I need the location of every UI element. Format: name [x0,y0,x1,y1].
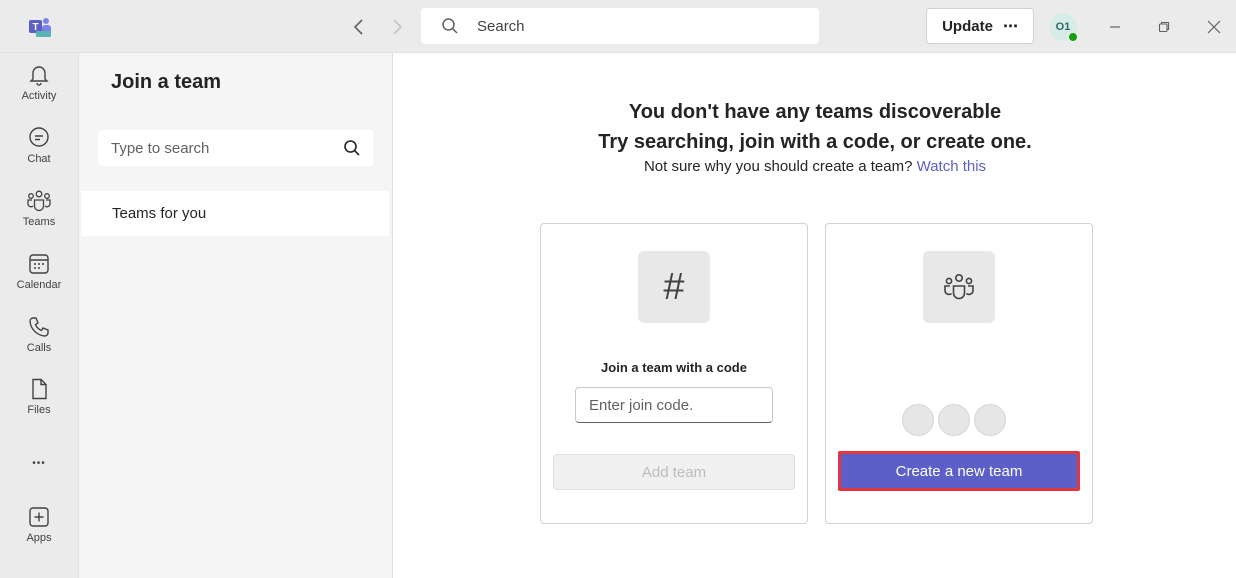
list-item-teams-for-you[interactable]: Teams for you [81,191,389,236]
rail-label-calendar: Calendar [16,279,62,291]
close-icon[interactable] [1199,12,1229,42]
panel-title: Join a team [111,71,222,93]
rail-label-activity: Activity [21,90,57,102]
team-search-placeholder: Type to search [111,139,210,157]
rail-label-files: Files [27,404,51,416]
empty-state-heading: You don't have any teams discoverable [628,101,1002,123]
file-icon [32,378,47,400]
team-search-input[interactable]: Type to search [98,130,373,166]
minimize-icon[interactable] [1100,12,1130,42]
teams-icon [27,190,51,212]
rail-more-button[interactable]: ••• [0,451,78,475]
create-new-team-button[interactable]: Create a new team [838,451,1080,491]
join-with-code-card: # Join a team with a code Enter join cod… [540,223,808,524]
rail-item-chat[interactable]: Chat [0,126,78,182]
rail-item-files[interactable]: Files [0,377,78,433]
update-label: Update [942,17,993,35]
rail-item-calls[interactable]: Calls [0,315,78,371]
bell-icon [29,66,49,86]
rail-label-calls: Calls [26,342,52,354]
join-code-placeholder: Enter join code. [589,396,694,414]
teams-icon [923,251,995,323]
back-arrow-icon[interactable] [345,13,373,41]
hashtag-glyph: # [663,265,685,308]
phone-icon [29,317,49,337]
avatar-placeholder [974,404,1006,436]
teams-logo-icon: T [27,14,53,40]
forward-arrow-icon[interactable] [383,13,411,41]
join-team-panel: Join a team Type to search Teams for you [78,53,392,578]
help-text: Not sure why you should create a team? W… [393,158,1236,175]
main-content: You don't have any teams discoverable Tr… [392,53,1236,578]
hashtag-icon: # [638,251,710,323]
global-search-input[interactable]: Search [421,8,819,44]
avatar-placeholder [938,404,970,436]
more-dots-icon: ••• [32,457,46,469]
title-bar: T Search Update ⋯ O1 [0,0,1236,53]
empty-state-subheading: Try searching, join with a code, or crea… [598,131,1032,153]
help-text-label: Not sure why you should create a team? [643,158,913,175]
rail-item-activity[interactable]: Activity [0,63,78,119]
rail-item-calendar[interactable]: Calendar [0,252,78,308]
rail-label-chat: Chat [27,153,51,165]
presence-available-icon [1067,31,1079,43]
create-team-card: Create a new team [825,223,1093,524]
more-options-icon: ⋯ [1002,18,1018,35]
update-button[interactable]: Update ⋯ [926,8,1034,44]
search-icon[interactable] [343,139,361,157]
global-search-placeholder: Search [477,17,525,35]
search-icon [442,18,458,34]
plus-square-icon [29,507,49,527]
avatar-placeholder [902,404,934,436]
add-team-button[interactable]: Add team [553,454,795,490]
restore-icon[interactable] [1149,12,1179,42]
rail-label-apps: Apps [26,532,52,544]
calendar-icon [29,254,49,274]
member-avatars [902,404,1006,436]
rail-label-teams: Teams [22,216,56,228]
join-code-label: Join a team with a code [601,360,747,375]
watch-this-link[interactable]: Watch this [917,158,986,175]
rail-item-teams[interactable]: Teams [0,189,78,245]
rail-item-apps[interactable]: Apps [0,505,78,561]
chat-icon [29,127,49,147]
join-code-input[interactable]: Enter join code. [575,387,773,423]
app-rail: Activity Chat Teams Calendar Calls Files… [0,53,78,578]
